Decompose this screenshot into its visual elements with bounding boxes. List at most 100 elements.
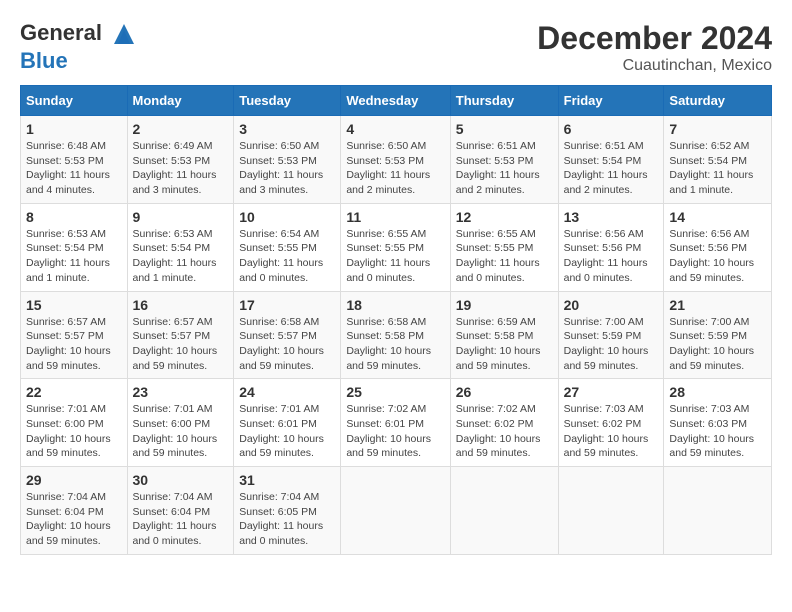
calendar-cell: 10Sunrise: 6:54 AM Sunset: 5:55 PM Dayli…	[234, 203, 341, 291]
calendar-cell: 21 Sunrise: 7:00 AM Sunset: 5:59 PM Dayli…	[664, 291, 772, 379]
day-number: 25	[346, 384, 444, 400]
day-info: Sunrise: 6:57 AM Sunset: 5:57 PM Dayligh…	[26, 315, 122, 374]
day-number: 8	[26, 209, 122, 225]
calendar-cell: 14 Sunrise: 6:56 AM Sunset: 5:56 PM Dayli…	[664, 203, 772, 291]
calendar-cell	[341, 467, 450, 555]
column-header-sunday: Sunday	[21, 86, 128, 116]
logo-blue: Blue	[20, 48, 138, 74]
day-info: Sunrise: 6:57 AM Sunset: 5:57 PM Dayligh…	[133, 315, 229, 374]
calendar-header-row: SundayMondayTuesdayWednesdayThursdayFrid…	[21, 86, 772, 116]
calendar-cell: 9 Sunrise: 6:53 AM Sunset: 5:54 PM Daylig…	[127, 203, 234, 291]
main-title: December 2024	[537, 20, 772, 57]
day-number: 28	[669, 384, 766, 400]
day-number: 20	[564, 297, 659, 313]
day-info: Sunrise: 7:04 AM Sunset: 6:05 PM Dayligh…	[239, 490, 335, 549]
calendar-table: SundayMondayTuesdayWednesdayThursdayFrid…	[20, 85, 772, 555]
day-info: Sunrise: 7:01 AM Sunset: 6:00 PM Dayligh…	[26, 402, 122, 461]
day-number: 24	[239, 384, 335, 400]
calendar-cell: 30 Sunrise: 7:04 AM Sunset: 6:04 PM Dayli…	[127, 467, 234, 555]
calendar-week-row: 1 Sunrise: 6:48 AM Sunset: 5:53 PM Daylig…	[21, 116, 772, 204]
day-number: 30	[133, 472, 229, 488]
day-info: Sunrise: 7:03 AM Sunset: 6:03 PM Dayligh…	[669, 402, 766, 461]
day-info: Sunrise: 6:56 AM Sunset: 5:56 PM Dayligh…	[564, 227, 659, 286]
calendar-cell: 27Sunrise: 7:03 AM Sunset: 6:02 PM Dayli…	[558, 379, 664, 467]
day-number: 31	[239, 472, 335, 488]
day-number: 7	[669, 121, 766, 137]
subtitle: Cuautinchan, Mexico	[537, 57, 772, 75]
calendar-cell: 13 Sunrise: 6:56 AM Sunset: 5:56 PM Dayli…	[558, 203, 664, 291]
day-info: Sunrise: 6:58 AM Sunset: 5:58 PM Dayligh…	[346, 315, 444, 374]
column-header-tuesday: Tuesday	[234, 86, 341, 116]
day-number: 10	[239, 209, 335, 225]
calendar-cell: 16 Sunrise: 6:57 AM Sunset: 5:57 PM Dayli…	[127, 291, 234, 379]
day-info: Sunrise: 7:01 AM Sunset: 6:00 PM Dayligh…	[133, 402, 229, 461]
day-number: 17	[239, 297, 335, 313]
calendar-cell: 15 Sunrise: 6:57 AM Sunset: 5:57 PM Dayli…	[21, 291, 128, 379]
day-info: Sunrise: 6:50 AM Sunset: 5:53 PM Dayligh…	[346, 139, 444, 198]
day-number: 1	[26, 121, 122, 137]
day-info: Sunrise: 6:51 AM Sunset: 5:53 PM Dayligh…	[456, 139, 553, 198]
day-info: Sunrise: 7:01 AM Sunset: 6:01 PM Dayligh…	[239, 402, 335, 461]
calendar-cell: 1 Sunrise: 6:48 AM Sunset: 5:53 PM Daylig…	[21, 116, 128, 204]
day-info: Sunrise: 7:02 AM Sunset: 6:01 PM Dayligh…	[346, 402, 444, 461]
day-info: Sunrise: 6:58 AM Sunset: 5:57 PM Dayligh…	[239, 315, 335, 374]
day-info: Sunrise: 7:04 AM Sunset: 6:04 PM Dayligh…	[133, 490, 229, 549]
logo: General Blue	[20, 20, 138, 74]
day-number: 16	[133, 297, 229, 313]
day-info: Sunrise: 7:04 AM Sunset: 6:04 PM Dayligh…	[26, 490, 122, 549]
day-number: 18	[346, 297, 444, 313]
day-number: 15	[26, 297, 122, 313]
day-number: 6	[564, 121, 659, 137]
day-info: Sunrise: 6:56 AM Sunset: 5:56 PM Dayligh…	[669, 227, 766, 286]
calendar-cell: 7Sunrise: 6:52 AM Sunset: 5:54 PM Daylig…	[664, 116, 772, 204]
day-number: 12	[456, 209, 553, 225]
calendar-cell: 29 Sunrise: 7:04 AM Sunset: 6:04 PM Dayli…	[21, 467, 128, 555]
calendar-cell: 6 Sunrise: 6:51 AM Sunset: 5:54 PM Daylig…	[558, 116, 664, 204]
calendar-week-row: 15 Sunrise: 6:57 AM Sunset: 5:57 PM Dayli…	[21, 291, 772, 379]
calendar-cell: 17 Sunrise: 6:58 AM Sunset: 5:57 PM Dayli…	[234, 291, 341, 379]
calendar-cell: 3Sunrise: 6:50 AM Sunset: 5:53 PM Daylig…	[234, 116, 341, 204]
calendar-cell: 18 Sunrise: 6:58 AM Sunset: 5:58 PM Dayli…	[341, 291, 450, 379]
calendar-cell: 20 Sunrise: 7:00 AM Sunset: 5:59 PM Dayli…	[558, 291, 664, 379]
day-number: 19	[456, 297, 553, 313]
calendar-cell: 31 Sunrise: 7:04 AM Sunset: 6:05 PM Dayli…	[234, 467, 341, 555]
day-number: 9	[133, 209, 229, 225]
calendar-week-row: 8 Sunrise: 6:53 AM Sunset: 5:54 PM Daylig…	[21, 203, 772, 291]
logo-icon	[110, 20, 138, 48]
calendar-cell	[450, 467, 558, 555]
calendar-cell: 12 Sunrise: 6:55 AM Sunset: 5:55 PM Dayli…	[450, 203, 558, 291]
day-number: 23	[133, 384, 229, 400]
day-info: Sunrise: 6:53 AM Sunset: 5:54 PM Dayligh…	[133, 227, 229, 286]
day-number: 2	[133, 121, 229, 137]
day-number: 29	[26, 472, 122, 488]
calendar-cell: 28 Sunrise: 7:03 AM Sunset: 6:03 PM Dayli…	[664, 379, 772, 467]
day-info: Sunrise: 7:03 AM Sunset: 6:02 PM Dayligh…	[564, 402, 659, 461]
column-header-saturday: Saturday	[664, 86, 772, 116]
day-number: 4	[346, 121, 444, 137]
day-info: Sunrise: 6:51 AM Sunset: 5:54 PM Dayligh…	[564, 139, 659, 198]
calendar-cell: 26 Sunrise: 7:02 AM Sunset: 6:02 PM Dayli…	[450, 379, 558, 467]
column-header-monday: Monday	[127, 86, 234, 116]
calendar-cell: 2 Sunrise: 6:49 AM Sunset: 5:53 PM Daylig…	[127, 116, 234, 204]
day-number: 21	[669, 297, 766, 313]
column-header-thursday: Thursday	[450, 86, 558, 116]
day-info: Sunrise: 6:48 AM Sunset: 5:53 PM Dayligh…	[26, 139, 122, 198]
column-header-friday: Friday	[558, 86, 664, 116]
day-number: 26	[456, 384, 553, 400]
day-number: 3	[239, 121, 335, 137]
page-header: General Blue December 2024 Cuautinchan, …	[20, 20, 772, 75]
day-info: Sunrise: 6:55 AM Sunset: 5:55 PM Dayligh…	[346, 227, 444, 286]
day-info: Sunrise: 6:49 AM Sunset: 5:53 PM Dayligh…	[133, 139, 229, 198]
calendar-week-row: 22Sunrise: 7:01 AM Sunset: 6:00 PM Dayli…	[21, 379, 772, 467]
calendar-cell	[558, 467, 664, 555]
day-number: 13	[564, 209, 659, 225]
day-info: Sunrise: 7:02 AM Sunset: 6:02 PM Dayligh…	[456, 402, 553, 461]
day-info: Sunrise: 6:55 AM Sunset: 5:55 PM Dayligh…	[456, 227, 553, 286]
day-number: 11	[346, 209, 444, 225]
day-number: 14	[669, 209, 766, 225]
title-block: December 2024 Cuautinchan, Mexico	[537, 20, 772, 75]
day-info: Sunrise: 7:00 AM Sunset: 5:59 PM Dayligh…	[564, 315, 659, 374]
day-info: Sunrise: 7:00 AM Sunset: 5:59 PM Dayligh…	[669, 315, 766, 374]
calendar-cell: 25 Sunrise: 7:02 AM Sunset: 6:01 PM Dayli…	[341, 379, 450, 467]
calendar-week-row: 29 Sunrise: 7:04 AM Sunset: 6:04 PM Dayli…	[21, 467, 772, 555]
